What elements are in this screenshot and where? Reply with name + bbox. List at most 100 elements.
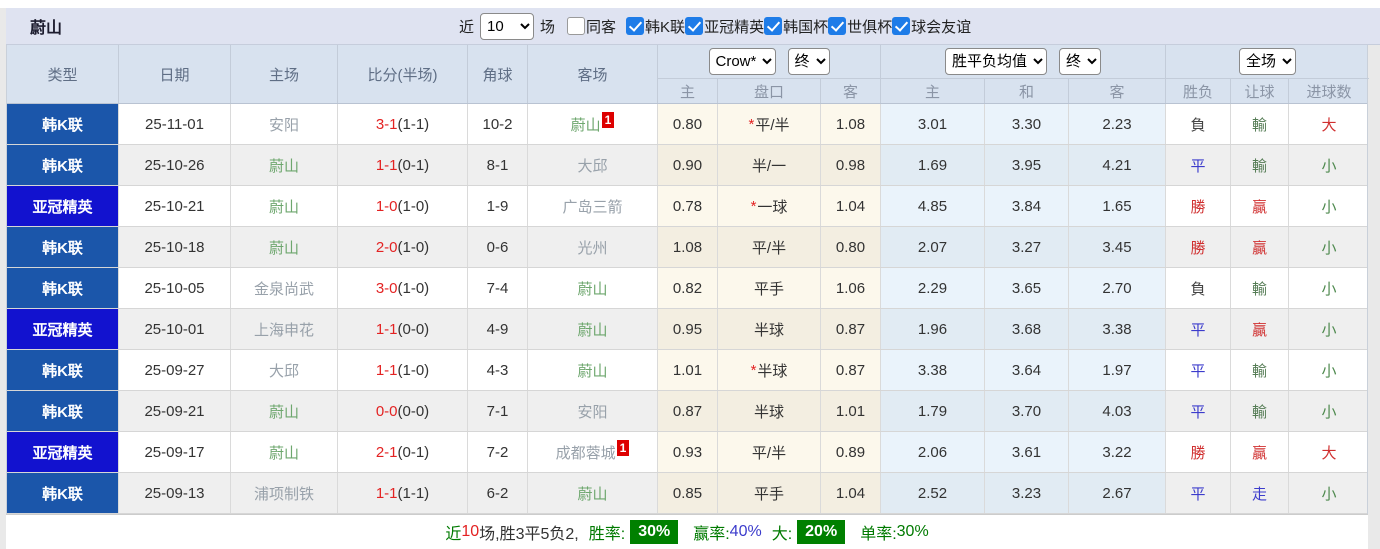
- match-stats-page: 蔚山 近 10 场 同客 韩K联 亚冠精英 韩国杯 世俱杯 球会友谊 类型 日期…: [0, 0, 1380, 549]
- avg-draw: 3.61: [985, 432, 1069, 472]
- avg-draw: 3.70: [985, 391, 1069, 431]
- handicap-controls: Crow* 终: [658, 45, 881, 79]
- score-cell: 2-0 (1-0): [338, 227, 468, 267]
- score-ft: 2-1: [375, 443, 398, 461]
- away-team[interactable]: 蔚山: [577, 319, 607, 340]
- table-row: 亚冠精英 25-10-21 蔚山 1-0 (1-0) 1-9 广岛三箭 0.78 …: [7, 186, 1367, 227]
- date-cell: 25-11-01: [119, 104, 231, 144]
- away-team[interactable]: 蔚山: [577, 360, 607, 381]
- league-cell: 韩K联: [7, 473, 119, 513]
- avg-draw: 3.95: [985, 145, 1069, 185]
- home-team[interactable]: 蔚山: [269, 237, 299, 258]
- handicap-home-odds: 0.95: [658, 309, 718, 349]
- title-bar: 蔚山 近 10 场 同客 韩K联 亚冠精英 韩国杯 世俱杯 球会友谊: [6, 8, 1380, 45]
- handicap-line: 平/半: [751, 239, 787, 257]
- table-row: 亚冠精英 25-09-17 蔚山 2-1 (0-1) 7-2 成都蓉城 1 0.93…: [7, 432, 1367, 473]
- score-cell: 1-1 (0-0): [338, 309, 468, 349]
- league-filter-korea-cup[interactable]: 韩国杯: [764, 16, 828, 37]
- subheader-handicap-home: 主: [658, 79, 718, 103]
- home-team[interactable]: 蔚山: [269, 442, 299, 463]
- away-team[interactable]: 光州: [577, 237, 607, 258]
- handicap-home-odds: 0.90: [658, 145, 718, 185]
- home-team[interactable]: 安阳: [269, 114, 299, 135]
- avg-type-select[interactable]: 胜平负均值: [945, 48, 1047, 75]
- league-cell: 韩K联: [7, 227, 119, 267]
- away-team[interactable]: 蔚山: [571, 114, 601, 135]
- avg-home: 1.96: [881, 309, 985, 349]
- avg-home: 3.01: [881, 104, 985, 144]
- league-filter-friendly[interactable]: 球会友谊: [892, 16, 971, 37]
- league-filter-club-wc[interactable]: 世俱杯: [828, 16, 892, 37]
- same-away-filter[interactable]: 同客: [567, 16, 616, 37]
- home-team[interactable]: 蔚山: [269, 196, 299, 217]
- handicap-cell: * 一球: [718, 186, 821, 226]
- handicap-result-cell: 贏: [1231, 432, 1289, 472]
- avg-home: 2.07: [881, 227, 985, 267]
- friendly-label: 球会友谊: [911, 18, 972, 36]
- date-cell: 25-10-21: [119, 186, 231, 226]
- home-team[interactable]: 浦项制铁: [254, 483, 314, 504]
- corner-cell: 6-2: [468, 473, 528, 513]
- league-filter-acl[interactable]: 亚冠精英: [685, 16, 764, 37]
- league-filter-kleague[interactable]: 韩K联: [626, 16, 685, 37]
- friendly-checkbox[interactable]: [892, 17, 911, 35]
- subheader-avg-away: 客: [1069, 79, 1166, 103]
- home-cell: 浦项制铁: [231, 473, 338, 513]
- avg-away: 1.65: [1069, 186, 1166, 226]
- home-cell: 大邱: [231, 350, 338, 390]
- handicap-away-odds: 0.89: [821, 432, 881, 472]
- korea-cup-checkbox[interactable]: [764, 17, 783, 35]
- league-cell: 韩K联: [7, 391, 119, 431]
- avg-draw: 3.30: [985, 104, 1069, 144]
- kleague-checkbox[interactable]: [626, 17, 645, 35]
- home-cell: 金泉尚武: [231, 268, 338, 308]
- result-cell: 平: [1166, 473, 1231, 513]
- date-cell: 25-09-17: [119, 432, 231, 472]
- avg-draw: 3.64: [985, 350, 1069, 390]
- league-cell: 韩K联: [7, 145, 119, 185]
- away-team[interactable]: 安阳: [577, 401, 607, 422]
- home-team[interactable]: 蔚山: [269, 155, 299, 176]
- away-cell: 成都蓉城 1: [528, 432, 658, 472]
- result-cell: 負: [1166, 268, 1231, 308]
- win-rate-badge: 30%: [630, 520, 679, 544]
- avg-away: 3.38: [1069, 309, 1166, 349]
- subheader-handicap-result: 让球: [1231, 79, 1289, 103]
- avg-away: 3.45: [1069, 227, 1166, 267]
- table-body: 韩K联 25-11-01 安阳 3-1 (1-1) 10-2 蔚山 1 0.80 *…: [7, 104, 1367, 514]
- early-odds-star-icon: *: [750, 361, 757, 379]
- score-ht: (0-1): [397, 156, 430, 174]
- avg-controls: 胜平负均值 终: [881, 45, 1166, 79]
- avg-state-select[interactable]: 终: [1059, 48, 1101, 75]
- handicap-state-select[interactable]: 终: [787, 48, 830, 75]
- score-cell: 0-0 (0-0): [338, 391, 468, 431]
- result-cell: 平: [1166, 309, 1231, 349]
- corner-cell: 7-2: [468, 432, 528, 472]
- corner-cell: 4-9: [468, 309, 528, 349]
- handicap-result-cell: 輸: [1231, 391, 1289, 431]
- away-team[interactable]: 蔚山: [577, 483, 607, 504]
- home-team[interactable]: 金泉尚武: [254, 278, 314, 299]
- bookmaker-select[interactable]: Crow*: [708, 48, 776, 75]
- handicap-home-odds: 0.85: [658, 473, 718, 513]
- away-team[interactable]: 蔚山: [577, 278, 607, 299]
- away-team[interactable]: 广岛三箭: [562, 196, 622, 217]
- club-wc-checkbox[interactable]: [828, 17, 847, 35]
- scope-select[interactable]: 全场: [1239, 48, 1296, 75]
- away-team[interactable]: 成都蓉城: [556, 442, 616, 463]
- result-cell: 平: [1166, 391, 1231, 431]
- same-away-checkbox[interactable]: [567, 17, 586, 35]
- big-rate-label: 大:: [771, 526, 793, 543]
- table-row: 韩K联 25-09-21 蔚山 0-0 (0-0) 7-1 安阳 0.87 半球 …: [7, 391, 1367, 432]
- handicap-line: 平手: [753, 485, 784, 503]
- home-team[interactable]: 大邱: [269, 360, 299, 381]
- games-count-select[interactable]: 10: [480, 12, 535, 40]
- home-cell: 安阳: [231, 104, 338, 144]
- away-team[interactable]: 大邱: [577, 155, 607, 176]
- home-team[interactable]: 蔚山: [269, 401, 299, 422]
- handicap-line: 半球: [757, 362, 788, 380]
- away-count-badge: 1: [601, 112, 615, 128]
- home-team[interactable]: 上海申花: [254, 319, 314, 340]
- date-cell: 25-10-18: [119, 227, 231, 267]
- acl-checkbox[interactable]: [685, 17, 704, 35]
